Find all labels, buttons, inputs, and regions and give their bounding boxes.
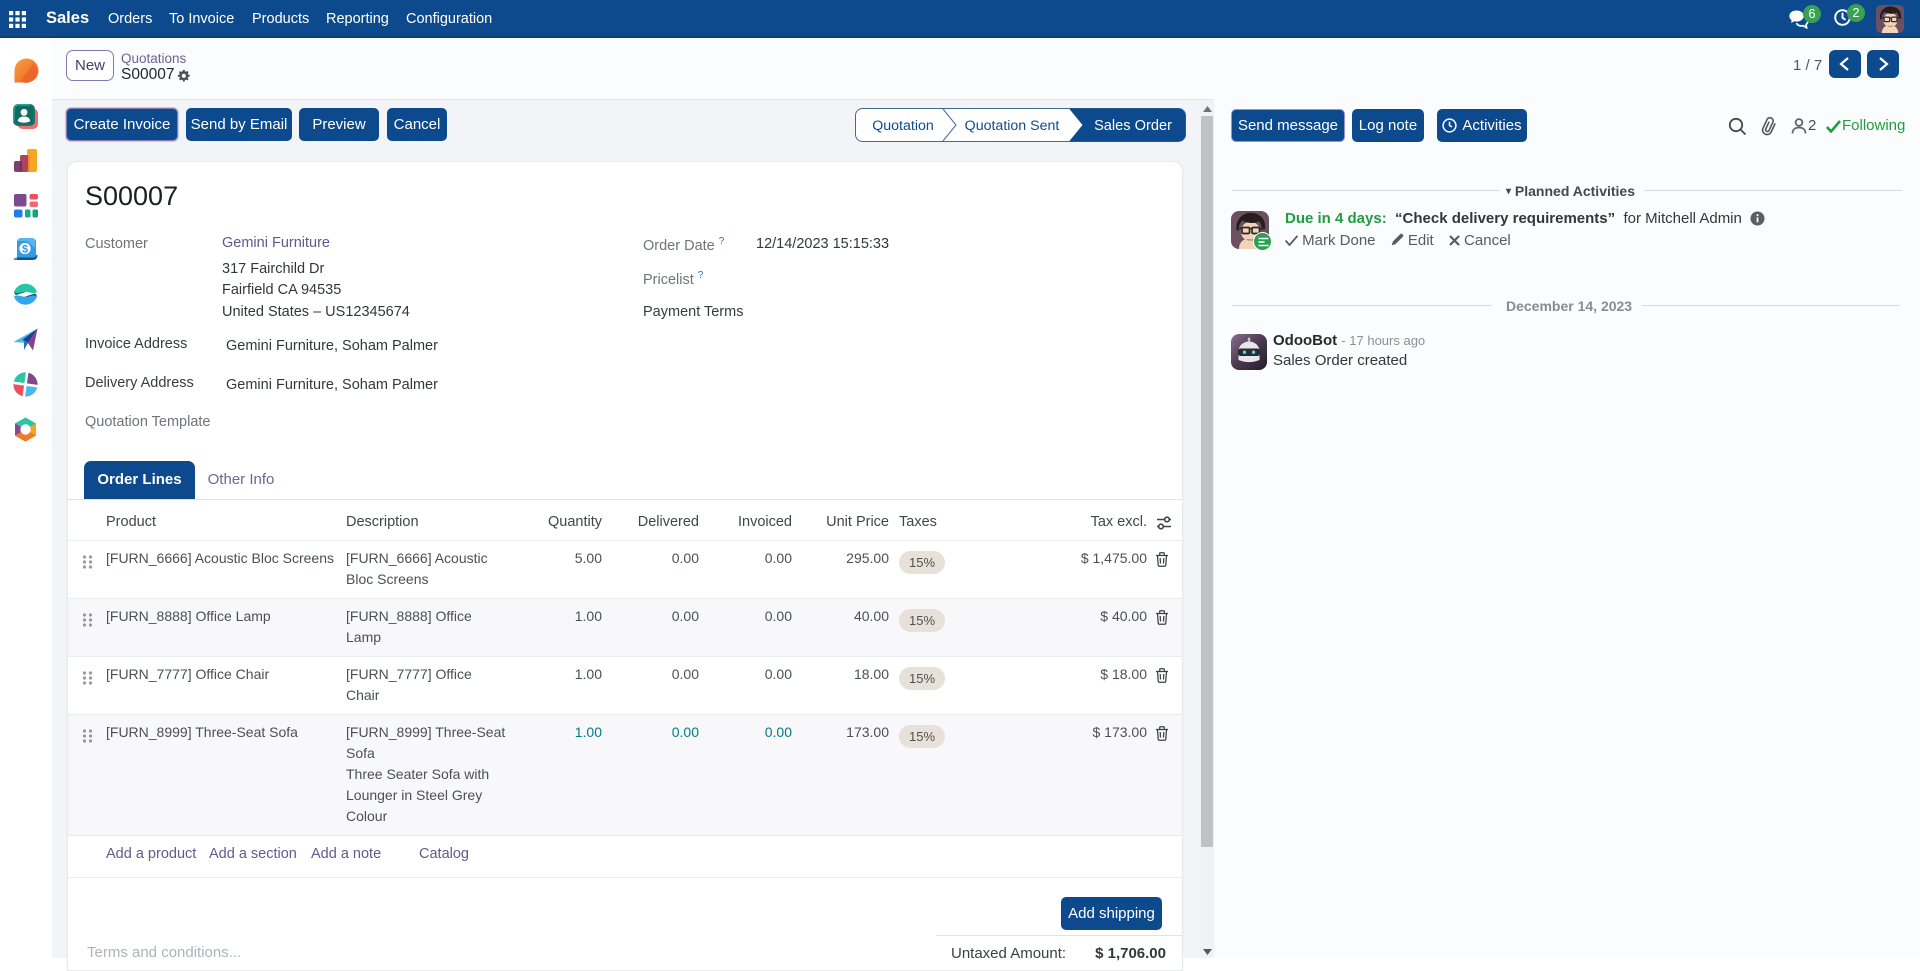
- svg-text:Sales Order: Sales Order: [1094, 118, 1172, 134]
- svg-text:Quotation Sent: Quotation Sent: [965, 118, 1060, 134]
- svg-text:$: $: [22, 244, 28, 256]
- svg-text:Quotation: Quotation: [872, 118, 934, 134]
